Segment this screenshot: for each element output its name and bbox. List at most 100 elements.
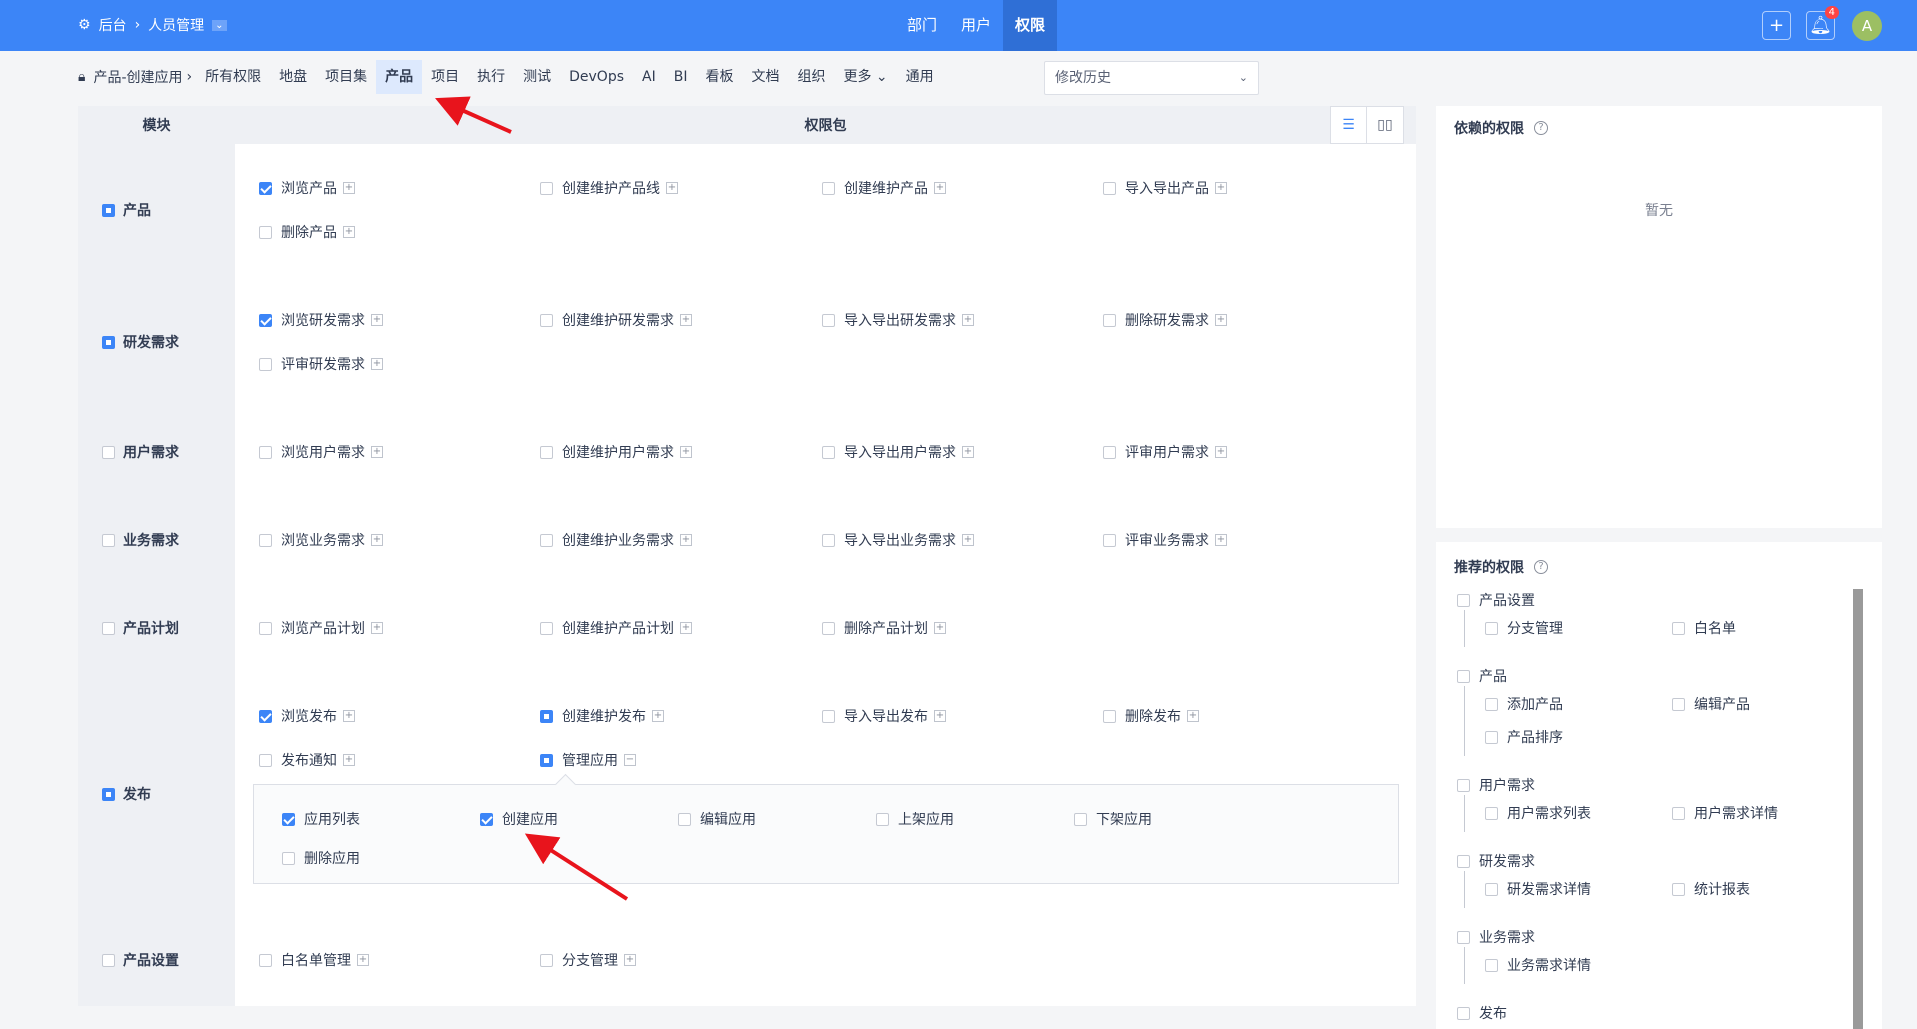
- expand-icon[interactable]: +: [680, 622, 692, 634]
- recommend-item[interactable]: 分支管理: [1485, 618, 1563, 638]
- checkbox[interactable]: [259, 621, 272, 635]
- permission-item[interactable]: 创建维护产品计划 +: [540, 618, 692, 638]
- checkbox[interactable]: [102, 203, 115, 217]
- expand-icon[interactable]: +: [934, 182, 946, 194]
- checkbox[interactable]: [259, 753, 272, 767]
- permission-item[interactable]: 浏览业务需求 +: [259, 530, 383, 550]
- subnav-tab[interactable]: DevOps: [560, 60, 633, 94]
- expand-icon[interactable]: +: [371, 314, 383, 326]
- recommend-item[interactable]: 编辑产品: [1672, 694, 1750, 714]
- expand-icon[interactable]: +: [343, 710, 355, 722]
- subnav-tab[interactable]: AI: [633, 60, 665, 94]
- nav-permissions[interactable]: 权限: [1003, 0, 1058, 51]
- checkbox[interactable]: [102, 533, 115, 547]
- checkbox[interactable]: [540, 445, 553, 459]
- expand-icon[interactable]: +: [680, 446, 692, 458]
- checkbox[interactable]: [540, 753, 553, 767]
- checkbox[interactable]: [822, 709, 835, 723]
- subnav-tab[interactable]: 文档: [742, 60, 788, 94]
- permission-item[interactable]: 创建维护产品线 +: [540, 178, 678, 198]
- subnav-tab[interactable]: 产品: [376, 60, 423, 94]
- module-checkbox[interactable]: 用户需求: [102, 442, 179, 462]
- breadcrumb-current[interactable]: 人员管理: [148, 15, 204, 35]
- expand-icon[interactable]: +: [371, 358, 383, 370]
- checkbox[interactable]: [1103, 709, 1116, 723]
- expand-icon[interactable]: +: [371, 622, 383, 634]
- checkbox[interactable]: [102, 445, 115, 459]
- subnav-tab[interactable]: 所有权限: [196, 60, 270, 94]
- recommend-group[interactable]: 产品: [1457, 666, 1507, 686]
- expand-icon[interactable]: +: [962, 314, 974, 326]
- subnav-tab[interactable]: 测试: [514, 60, 560, 94]
- permission-item[interactable]: 评审业务需求 +: [1103, 530, 1227, 550]
- module-checkbox[interactable]: 研发需求: [102, 332, 179, 352]
- permission-item[interactable]: 评审研发需求 +: [259, 354, 383, 374]
- checkbox[interactable]: [1672, 621, 1685, 635]
- checkbox[interactable]: [1457, 930, 1470, 944]
- permission-item[interactable]: 导入导出发布 +: [822, 706, 946, 726]
- permission-item[interactable]: 浏览产品 +: [259, 178, 355, 198]
- recommend-item[interactable]: 产品排序: [1485, 727, 1563, 747]
- permission-item[interactable]: 导入导出用户需求 +: [822, 442, 974, 462]
- checkbox[interactable]: [1672, 806, 1685, 820]
- module-checkbox[interactable]: 产品: [102, 200, 151, 220]
- module-checkbox[interactable]: 产品设置: [102, 950, 179, 970]
- checkbox[interactable]: [1103, 181, 1116, 195]
- recommend-group[interactable]: 发布: [1457, 1003, 1507, 1023]
- checkbox[interactable]: [1457, 669, 1470, 683]
- permission-item[interactable]: 删除研发需求 +: [1103, 310, 1227, 330]
- checkbox[interactable]: [1485, 730, 1498, 744]
- recommend-item[interactable]: 白名单: [1672, 618, 1736, 638]
- sub-permission-item[interactable]: 编辑应用: [678, 809, 756, 829]
- sub-permission-item[interactable]: 上架应用: [876, 809, 954, 829]
- checkbox[interactable]: [259, 357, 272, 371]
- subnav-tab[interactable]: BI: [665, 60, 697, 94]
- chevron-down-icon[interactable]: ⌄: [212, 19, 227, 31]
- expand-icon[interactable]: +: [934, 622, 946, 634]
- checkbox[interactable]: [282, 812, 295, 826]
- checkbox[interactable]: [822, 621, 835, 635]
- permission-item[interactable]: 导入导出产品 +: [1103, 178, 1227, 198]
- checkbox[interactable]: [1485, 806, 1498, 820]
- recommend-item[interactable]: 用户需求详情: [1672, 803, 1778, 823]
- checkbox[interactable]: [1074, 812, 1087, 826]
- recommend-group[interactable]: 用户需求: [1457, 775, 1535, 795]
- permission-item[interactable]: 白名单管理 +: [259, 950, 369, 970]
- checkbox[interactable]: [540, 953, 553, 967]
- subnav-tab[interactable]: 项目: [422, 60, 468, 94]
- recommend-group[interactable]: 产品设置: [1457, 590, 1535, 610]
- recommend-item[interactable]: 统计报表: [1672, 879, 1750, 899]
- columns-view-icon[interactable]: ▯▯: [1367, 107, 1403, 143]
- recommend-item[interactable]: 研发需求详情: [1485, 879, 1591, 899]
- checkbox[interactable]: [102, 335, 115, 349]
- checkbox[interactable]: [1485, 697, 1498, 711]
- nav-users[interactable]: 用户: [949, 0, 1003, 51]
- expand-icon[interactable]: +: [934, 710, 946, 722]
- permission-item[interactable]: 导入导出业务需求 +: [822, 530, 974, 550]
- permission-item[interactable]: 删除产品 +: [259, 222, 355, 242]
- checkbox[interactable]: [1672, 882, 1685, 896]
- module-checkbox[interactable]: 产品计划: [102, 618, 179, 638]
- checkbox[interactable]: [1485, 621, 1498, 635]
- permission-item[interactable]: 删除发布 +: [1103, 706, 1199, 726]
- checkbox[interactable]: [540, 313, 553, 327]
- permission-item[interactable]: 浏览用户需求 +: [259, 442, 383, 462]
- expand-icon[interactable]: +: [962, 534, 974, 546]
- checkbox[interactable]: [102, 621, 115, 635]
- checkbox[interactable]: [1485, 882, 1498, 896]
- checkbox[interactable]: [259, 953, 272, 967]
- permission-item[interactable]: 创建维护研发需求 +: [540, 310, 692, 330]
- module-checkbox[interactable]: 业务需求: [102, 530, 179, 550]
- checkbox[interactable]: [822, 533, 835, 547]
- checkbox[interactable]: [259, 709, 272, 723]
- checkbox[interactable]: [822, 445, 835, 459]
- expand-icon[interactable]: +: [343, 182, 355, 194]
- permission-item[interactable]: 浏览产品计划 +: [259, 618, 383, 638]
- subnav-tab[interactable]: 通用: [897, 60, 943, 94]
- expand-icon[interactable]: +: [680, 314, 692, 326]
- history-select[interactable]: 修改历史 ⌄: [1044, 61, 1259, 95]
- subnav-tab[interactable]: 看板: [696, 60, 742, 94]
- nav-departments[interactable]: 部门: [895, 0, 949, 51]
- sub-permission-item[interactable]: 删除应用: [282, 848, 360, 868]
- help-icon[interactable]: ?: [1534, 560, 1548, 574]
